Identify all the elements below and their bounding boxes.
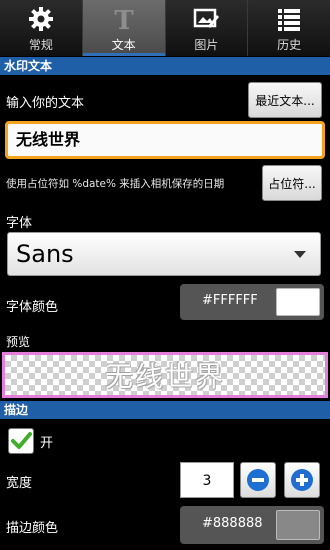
decrease-width-button[interactable] [240, 462, 276, 498]
stroke-color-picker[interactable]: #888888 [180, 506, 324, 544]
font-color-swatch [276, 288, 320, 316]
input-text-label: 输入你的文本 [6, 96, 85, 111]
active-tab-indicator [82, 53, 165, 56]
font-color-label: 字体颜色 [6, 300, 59, 315]
width-value-field[interactable]: 3 [180, 462, 234, 498]
stroke-color-label: 描边颜色 [6, 521, 59, 536]
font-select-value: Sans [16, 240, 74, 268]
placeholder-button[interactable]: 占位符... [262, 165, 322, 201]
tab-history[interactable]: 历史 [248, 0, 330, 56]
gear-icon [26, 4, 56, 34]
dropdown-arrow-icon [294, 251, 306, 258]
tab-bar: 常规 T 文本 图片 历史 [0, 0, 330, 56]
watermark-text-input[interactable]: 无线世界 [5, 121, 325, 159]
tab-label: 图片 [194, 38, 219, 52]
minus-icon [247, 469, 269, 491]
checkmark-icon [11, 432, 32, 449]
preview-label: 预览 [6, 335, 31, 349]
font-color-hex: #FFFFFF [202, 293, 258, 308]
tab-text[interactable]: T 文本 [82, 0, 166, 56]
tab-label: 历史 [277, 38, 302, 52]
preview-text: 无线世界 [104, 360, 225, 393]
svg-text:T: T [114, 6, 134, 33]
font-color-picker[interactable]: #FFFFFF [180, 284, 324, 320]
plus-icon [291, 469, 313, 491]
stroke-color-hex: #888888 [202, 516, 263, 531]
watermark-preview: 无线世界 [2, 352, 328, 398]
tab-image[interactable]: 图片 [166, 0, 249, 56]
section-header-stroke: 描边 [0, 401, 330, 419]
recent-text-button[interactable]: 最近文本... [248, 82, 322, 118]
stroke-color-swatch [276, 510, 320, 540]
text-t-icon: T [109, 4, 139, 34]
tab-label: 常规 [28, 38, 53, 52]
stroke-enabled-checkbox[interactable] [8, 428, 34, 454]
image-edit-icon [191, 4, 221, 34]
font-select[interactable]: Sans [7, 232, 321, 276]
placeholder-hint: 使用占位符如 %date% 来插入相机保存的日期 [6, 178, 225, 190]
list-icon [274, 4, 304, 34]
font-label: 字体 [6, 216, 33, 231]
section-header-watermark-text: 水印文本 [0, 57, 330, 75]
width-label: 宽度 [6, 476, 33, 491]
tab-label: 文本 [111, 38, 136, 52]
stroke-enabled-label: 开 [40, 436, 54, 451]
tab-general[interactable]: 常规 [0, 0, 83, 56]
increase-width-button[interactable] [284, 462, 320, 498]
